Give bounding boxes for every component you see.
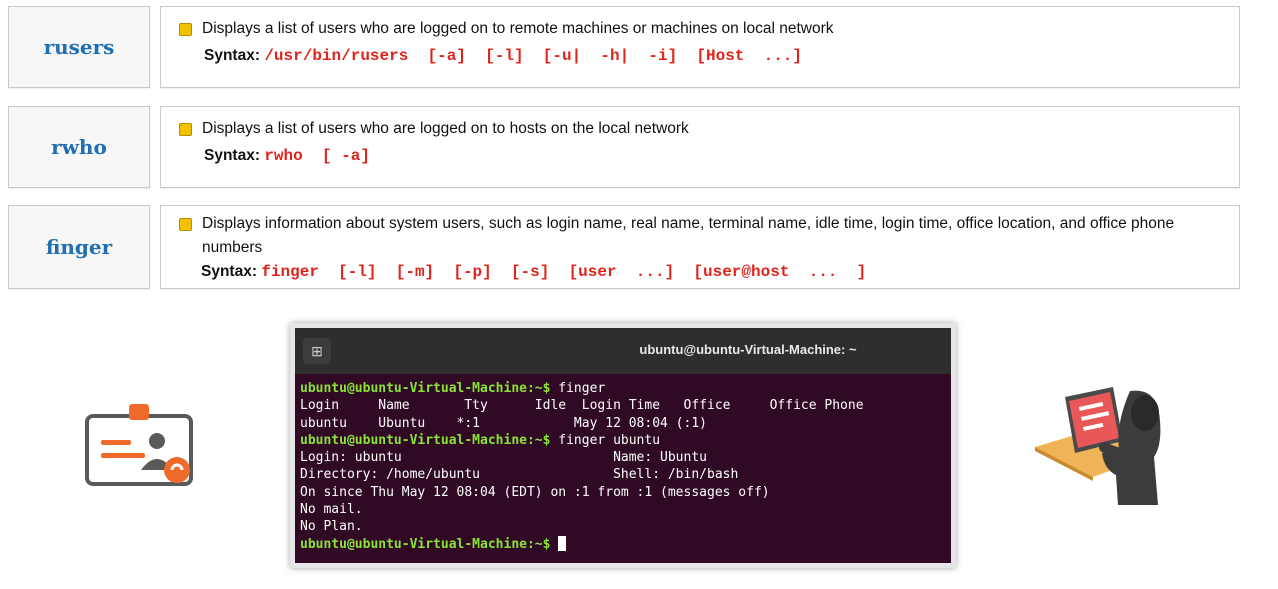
bullet-icon bbox=[179, 123, 192, 136]
command-description: Displays a list of users who are logged … bbox=[202, 20, 834, 37]
syntax-code: rwho [ -a] bbox=[264, 147, 370, 165]
terminal-text: Login: ubuntu Name: Ubuntu bbox=[300, 450, 707, 466]
terminal-output-line: Login Name Tty Idle Login Time Office Of… bbox=[300, 397, 951, 414]
terminal-text: Directory: /home/ubuntu Shell: /bin/bash bbox=[300, 467, 739, 483]
syntax-label: Syntax bbox=[204, 147, 255, 164]
terminal-text: ubuntu Ubuntu *:1 May 12 08:04 (:1) bbox=[300, 415, 707, 431]
id-card-icon bbox=[85, 404, 193, 491]
command-name: rusers bbox=[43, 35, 115, 59]
terminal-text: On since Thu May 12 08:04 (EDT) on :1 fr… bbox=[300, 484, 770, 500]
command-description-cell: Displays information about system users,… bbox=[160, 205, 1240, 289]
terminal-output-line: No mail. bbox=[300, 501, 951, 518]
terminal-output-line: ubuntu Ubuntu *:1 May 12 08:04 (:1) bbox=[300, 415, 951, 432]
syntax-line: Syntax: rwho [ -a] bbox=[204, 147, 370, 165]
command-description: Displays information about system users,… bbox=[202, 215, 1175, 256]
command-row-rusers: rusers Displays a list of users who are … bbox=[8, 6, 1240, 88]
command-description: Displays a list of users who are logged … bbox=[202, 120, 689, 137]
terminal-prompt: ubuntu@ubuntu-Virtual-Machine:~$ bbox=[300, 381, 551, 396]
terminal-command-line: ubuntu@ubuntu-Virtual-Machine:~$ finger bbox=[300, 380, 951, 397]
command-description-cell: Displays a list of users who are logged … bbox=[160, 6, 1240, 88]
syntax-label: Syntax bbox=[201, 263, 252, 280]
terminal-text: finger bbox=[550, 381, 606, 396]
syntax-code: /usr/bin/rusers [-a] [-l] [-u| -h| -i] [… bbox=[264, 47, 802, 65]
syntax-line: Syntax: /usr/bin/rusers [-a] [-l] [-u| -… bbox=[204, 47, 802, 65]
terminal-output[interactable]: ubuntu@ubuntu-Virtual-Machine:~$ finger L… bbox=[295, 374, 951, 553]
terminal-output-line: Login: ubuntu Name: Ubuntu bbox=[300, 449, 951, 466]
command-name-cell: rusers bbox=[8, 6, 150, 88]
hacker-laptop-icon bbox=[1035, 385, 1170, 510]
syntax-line: Syntax: finger [-l] [-m] [-p] [-s] [user… bbox=[201, 263, 867, 281]
terminal-text: finger ubuntu bbox=[550, 432, 661, 448]
command-row-rwho: rwho Displays a list of users who are lo… bbox=[8, 106, 1240, 188]
command-name-cell: rwho bbox=[8, 106, 150, 188]
terminal-prompt: ubuntu@ubuntu-Virtual-Machine:~$ bbox=[300, 536, 551, 552]
terminal-output-line: Directory: /home/ubuntu Shell: /bin/bash bbox=[300, 466, 951, 483]
terminal-cursor bbox=[558, 535, 567, 551]
terminal-titlebar: ⊞ ubuntu@ubuntu-Virtual-Machine: ~ bbox=[295, 328, 951, 374]
command-description-cell: Displays a list of users who are logged … bbox=[160, 106, 1240, 188]
terminal-prompt: ubuntu@ubuntu-Virtual-Machine:~$ bbox=[300, 432, 551, 448]
bullet-icon bbox=[179, 218, 192, 231]
terminal-command-line: ubuntu@ubuntu-Virtual-Machine:~$ bbox=[300, 535, 951, 553]
command-name-cell: finger bbox=[8, 205, 150, 289]
terminal-window: ⊞ ubuntu@ubuntu-Virtual-Machine: ~ ubunt… bbox=[290, 323, 956, 568]
syntax-code: finger [-l] [-m] [-p] [-s] [user ...] [u… bbox=[261, 263, 867, 281]
terminal-output-line: No Plan. bbox=[300, 518, 951, 535]
terminal-text: No mail. bbox=[300, 502, 363, 518]
command-name: rwho bbox=[51, 135, 107, 159]
bullet-icon bbox=[179, 23, 192, 36]
terminal-text: No Plan. bbox=[300, 519, 363, 535]
terminal-output-line: On since Thu May 12 08:04 (EDT) on :1 fr… bbox=[300, 484, 951, 501]
terminal-title: ubuntu@ubuntu-Virtual-Machine: ~ bbox=[639, 342, 857, 357]
command-name: finger bbox=[45, 235, 113, 259]
terminal-text: Login Name Tty Idle Login Time Office Of… bbox=[300, 398, 864, 414]
terminal-command-line: ubuntu@ubuntu-Virtual-Machine:~$ finger … bbox=[300, 432, 951, 449]
syntax-label: Syntax bbox=[204, 47, 255, 64]
command-row-finger: finger Displays information about system… bbox=[8, 205, 1240, 289]
